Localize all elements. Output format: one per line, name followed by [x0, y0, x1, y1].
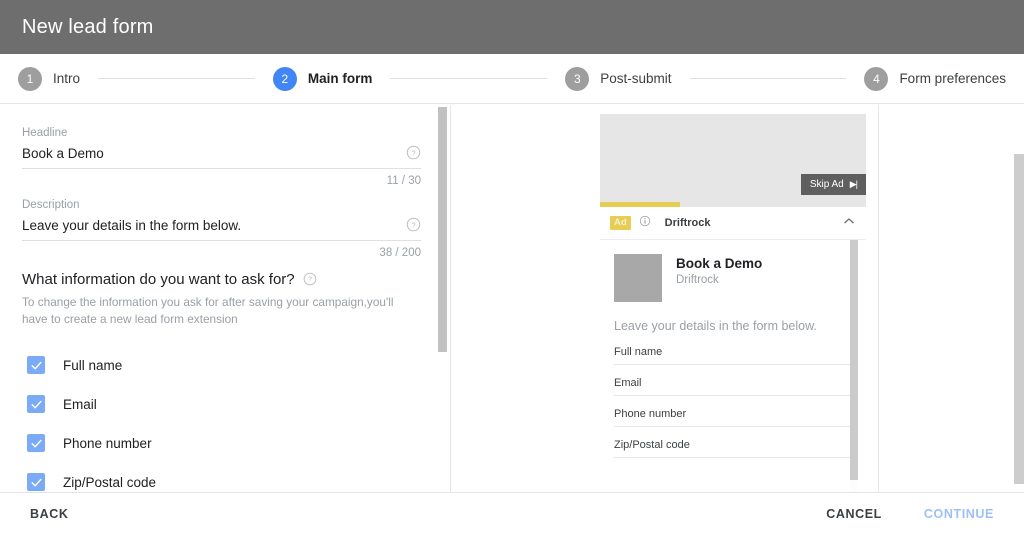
card-title: Book a Demo [676, 256, 763, 271]
dialog-body: Headline Book a Demo ? 11 / 30 Descripti… [0, 105, 1024, 493]
card-description: Leave your details in the form below. [614, 319, 817, 333]
checkbox-row-full-name[interactable]: Full name [22, 346, 421, 385]
card-field-full-name[interactable]: Full name [614, 346, 852, 365]
stepper: 1 Intro 2 Main form 3 Post-submit 4 Form… [0, 54, 1024, 104]
step-post-submit[interactable]: 3 Post-submit [565, 66, 672, 91]
step-connector [689, 78, 847, 79]
svg-text:?: ? [411, 220, 415, 229]
ad-disclosure-row: Ad Driftrock [600, 207, 866, 240]
form-panel-scrollbar-thumb[interactable] [438, 107, 447, 352]
checkbox-row-phone-number[interactable]: Phone number [22, 424, 421, 463]
description-label: Description [22, 199, 80, 211]
svg-text:?: ? [411, 148, 415, 157]
step-label: Post-submit [600, 71, 672, 86]
panel-divider [450, 105, 451, 492]
checkbox-label: Full name [63, 357, 123, 373]
step-number: 1 [18, 66, 42, 91]
preview-mock: Skip Ad ▶| Ad Driftrock Book a Demo Drif… [600, 114, 866, 493]
checkbox-checked-icon[interactable] [27, 395, 45, 413]
card-field-list: Full name Email Phone number Zip/Postal … [614, 346, 852, 458]
skip-next-icon: ▶| [849, 179, 858, 189]
back-button[interactable]: BACK [22, 499, 77, 529]
continue-button[interactable]: CONTINUE [916, 499, 1002, 529]
lead-form-card-preview: Book a Demo Driftrock Leave your details… [600, 240, 866, 493]
logo-placeholder [614, 254, 662, 302]
card-field-email[interactable]: Email [614, 377, 852, 396]
description-input[interactable]: Leave your details in the form below. [22, 218, 241, 233]
video-player-preview: Skip Ad ▶| [600, 114, 866, 207]
checkbox-label: Zip/Postal code [63, 474, 157, 490]
skip-ad-label: Skip Ad [809, 179, 844, 190]
panel-divider [878, 105, 879, 492]
form-panel: Headline Book a Demo ? 11 / 30 Descripti… [0, 105, 443, 492]
step-connector [390, 78, 548, 79]
step-label: Intro [53, 71, 81, 86]
information-section-title: What information do you want to ask for?… [22, 271, 421, 288]
headline-label: Headline [22, 127, 68, 139]
step-main-form[interactable]: 2 Main form [272, 66, 373, 91]
page-title: New lead form [22, 15, 154, 38]
card-field-zip-postal-code[interactable]: Zip/Postal code [614, 439, 852, 458]
advertiser-name: Driftrock [664, 217, 711, 229]
video-progress-track[interactable] [600, 202, 866, 207]
help-circle-icon[interactable]: ? [303, 272, 318, 287]
headline-field[interactable]: Headline Book a Demo ? [22, 127, 421, 169]
step-number: 2 [272, 66, 297, 91]
checkbox-row-email[interactable]: Email [22, 385, 421, 424]
card-subtitle: Driftrock [676, 274, 719, 286]
step-number: 3 [565, 66, 590, 91]
checkbox-row-zip-postal-code[interactable]: Zip/Postal code [22, 463, 421, 493]
description-field[interactable]: Description Leave your details in the fo… [22, 199, 421, 241]
cancel-button[interactable]: CANCEL [818, 499, 890, 529]
headline-input[interactable]: Book a Demo [22, 146, 104, 161]
step-form-preferences[interactable]: 4 Form preferences [864, 66, 1006, 91]
dialog-scrollbar-thumb[interactable] [1014, 154, 1024, 484]
checkbox-checked-icon[interactable] [27, 473, 45, 491]
card-header: Book a Demo Driftrock [614, 254, 852, 302]
headline-counter: 11 / 30 [386, 175, 421, 187]
checkbox-label: Phone number [63, 435, 152, 451]
description-counter: 38 / 200 [379, 247, 421, 259]
ad-badge: Ad [610, 216, 631, 230]
help-circle-icon[interactable]: ? [406, 145, 421, 160]
chevron-up-icon[interactable] [842, 214, 856, 233]
checkbox-checked-icon[interactable] [27, 356, 45, 374]
svg-text:?: ? [308, 277, 312, 284]
lead-form-dialog: New lead form 1 Intro 2 Main form 3 Post… [0, 0, 1024, 534]
field-checkbox-list: Full name Email Phone number Zip/Postal … [22, 346, 421, 493]
skip-ad-button[interactable]: Skip Ad ▶| [800, 174, 866, 195]
ad-preview-panel: Skip Ad ▶| Ad Driftrock Book a Demo Drif… [591, 105, 878, 493]
dialog-titlebar: New lead form [0, 0, 1024, 54]
step-label: Form preferences [899, 71, 1006, 86]
card-field-phone-number[interactable]: Phone number [614, 408, 852, 427]
card-scrollbar-thumb[interactable] [850, 240, 858, 480]
checkbox-checked-icon[interactable] [27, 434, 45, 452]
dialog-footer: BACK CANCEL CONTINUE [0, 492, 1024, 534]
step-number: 4 [864, 66, 889, 91]
step-intro[interactable]: 1 Intro [18, 66, 81, 91]
checkbox-label: Email [63, 396, 97, 412]
information-section-note: To change the information you ask for af… [22, 295, 394, 326]
help-circle-icon[interactable]: ? [406, 217, 421, 232]
video-progress-fill [600, 202, 680, 207]
info-circle-icon[interactable] [639, 214, 651, 232]
step-connector [98, 78, 255, 79]
step-label: Main form [307, 71, 373, 86]
section-title-text: What information do you want to ask for? [22, 271, 295, 288]
